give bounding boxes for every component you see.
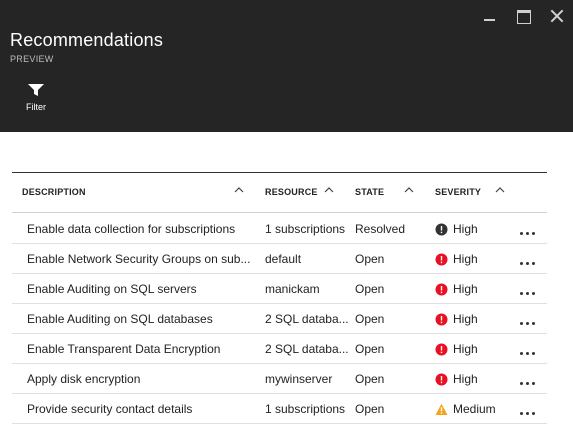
sort-caret-icon[interactable] xyxy=(324,186,334,194)
row-resource: 1 subscriptions xyxy=(265,222,346,236)
row-description: Enable data collection for subscriptions xyxy=(27,222,236,236)
row-severity: High xyxy=(453,282,478,296)
row-description: Enable Transparent Data Encryption xyxy=(27,342,221,356)
table-row[interactable]: Enable data collection for subscriptions… xyxy=(12,214,547,244)
row-severity: High xyxy=(453,372,478,386)
close-icon[interactable] xyxy=(549,8,565,24)
error-red-icon xyxy=(435,343,448,356)
column-header-state[interactable]: STATE xyxy=(355,187,384,197)
row-state: Open xyxy=(355,312,385,326)
row-resource: manickam xyxy=(265,282,320,296)
row-severity: High xyxy=(453,312,478,326)
column-header-severity[interactable]: SEVERITY xyxy=(435,187,481,197)
row-severity: High xyxy=(453,222,478,236)
error-red-icon xyxy=(435,283,448,296)
more-options-icon[interactable] xyxy=(517,252,539,268)
sort-caret-icon[interactable] xyxy=(404,186,414,194)
row-severity: High xyxy=(453,252,478,266)
sort-caret-icon[interactable] xyxy=(234,186,244,194)
more-options-icon[interactable] xyxy=(517,282,539,298)
table-row[interactable]: Apply disk encryption mywinserver Open H… xyxy=(12,364,547,394)
row-resource: 2 SQL databa... xyxy=(265,312,349,326)
row-description: Enable Network Security Groups on sub... xyxy=(27,252,251,266)
table-row[interactable]: Enable Network Security Groups on sub...… xyxy=(12,244,547,274)
table-header: DESCRIPTION RESOURCE STATE SEVERITY xyxy=(12,173,547,213)
row-state: Open xyxy=(355,372,385,386)
blade-header: Recommendations PREVIEW Filter xyxy=(0,0,573,132)
error-red-icon xyxy=(435,313,448,326)
info-dark-icon xyxy=(435,223,448,236)
row-resource: default xyxy=(265,252,302,266)
more-options-icon[interactable] xyxy=(517,222,539,238)
table-row[interactable]: Provide security contact details 1 subsc… xyxy=(12,394,547,424)
more-options-icon[interactable] xyxy=(517,342,539,358)
row-description: Enable Auditing on SQL servers xyxy=(27,282,197,296)
row-state: Open xyxy=(355,402,385,416)
table-row[interactable]: Enable Auditing on SQL databases 2 SQL d… xyxy=(12,304,547,334)
row-state: Open xyxy=(355,282,385,296)
more-options-icon[interactable] xyxy=(517,372,539,388)
more-options-icon[interactable] xyxy=(517,312,539,328)
row-description: Provide security contact details xyxy=(27,402,193,416)
sort-caret-icon[interactable] xyxy=(495,186,505,194)
filter-button[interactable]: Filter xyxy=(20,80,52,120)
row-resource: 2 SQL databa... xyxy=(265,342,349,356)
column-header-description[interactable]: DESCRIPTION xyxy=(22,187,86,197)
error-red-icon xyxy=(435,373,448,386)
table-row[interactable]: Enable Auditing on SQL servers manickam … xyxy=(12,274,547,304)
row-resource: 1 subscriptions xyxy=(265,402,346,416)
row-resource: mywinserver xyxy=(265,372,333,386)
filter-icon xyxy=(28,84,44,96)
row-description: Apply disk encryption xyxy=(27,372,141,386)
error-red-icon xyxy=(435,253,448,266)
filter-label: Filter xyxy=(26,102,46,112)
row-state: Open xyxy=(355,252,385,266)
preview-badge: PREVIEW xyxy=(10,54,54,64)
row-severity: Medium xyxy=(453,402,496,416)
table-row[interactable]: Enable Transparent Data Encryption 2 SQL… xyxy=(12,334,547,364)
row-state: Open xyxy=(355,342,385,356)
row-description: Enable Auditing on SQL databases xyxy=(27,312,213,326)
row-state: Resolved xyxy=(355,222,406,236)
minimize-icon[interactable] xyxy=(481,8,497,24)
column-header-resource[interactable]: RESOURCE xyxy=(265,187,318,197)
more-options-icon[interactable] xyxy=(517,402,539,418)
row-severity: High xyxy=(453,342,478,356)
maximize-icon[interactable] xyxy=(515,8,531,24)
warning-orange-icon xyxy=(435,403,448,415)
page-title: Recommendations xyxy=(10,30,164,50)
